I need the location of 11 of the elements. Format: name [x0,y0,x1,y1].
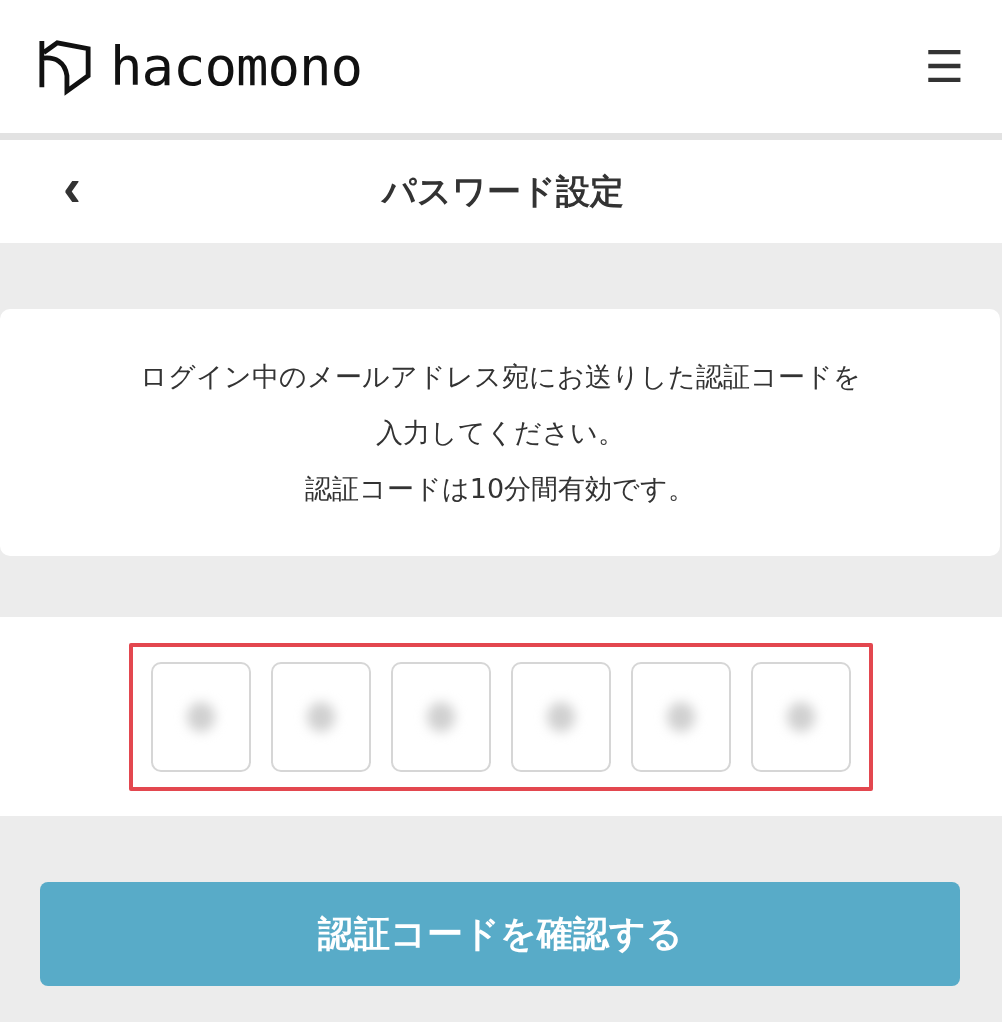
code-digit-field[interactable] [390,661,491,772]
logo-text: hacomono [110,39,363,94]
code-digit-field[interactable] [630,661,731,772]
instruction-text: ログイン中のメールアドレス宛にお送りした認証コードを 入力してください。 認証コードは10分間有効です。 [139,359,861,506]
code-digit-field[interactable] [510,661,611,772]
page-title: パスワード設定 [380,169,625,213]
code-digit-field[interactable] [150,661,251,772]
code-digit-field[interactable] [750,661,851,772]
back-button[interactable]: ‹ [52,159,92,224]
menu-button[interactable]: ☰ [924,44,964,89]
code-digit-field[interactable] [270,661,371,772]
